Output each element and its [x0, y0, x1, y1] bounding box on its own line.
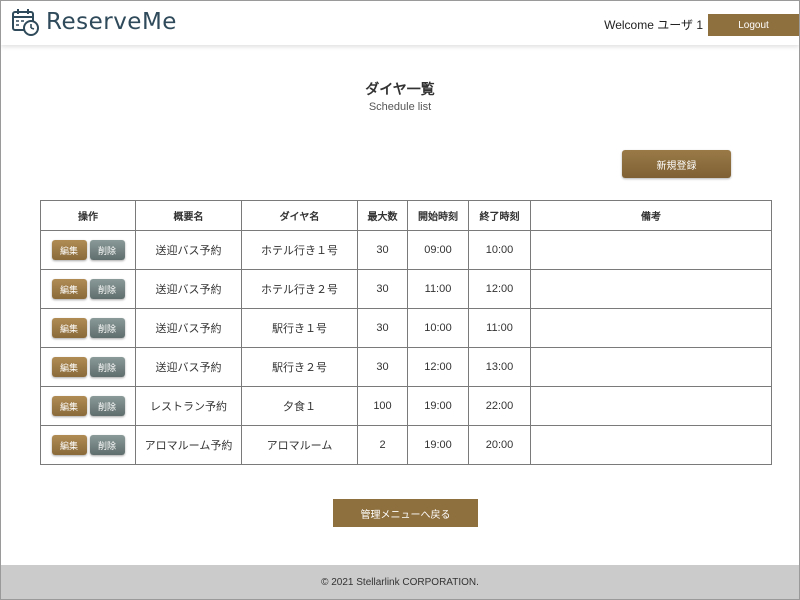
- start-cell: 09:00: [407, 230, 469, 270]
- end-cell: 22:00: [468, 386, 531, 426]
- calendar-clock-icon: [12, 9, 39, 36]
- back-to-admin-menu-button[interactable]: 管理メニューへ戻る: [333, 499, 478, 527]
- app-name: ReserveMe: [46, 9, 177, 35]
- delete-button[interactable]: 削除: [89, 396, 125, 416]
- page-subtitle: Schedule list: [368, 101, 432, 113]
- max-cell: 100: [357, 386, 408, 426]
- table-row: 編集 削除 レストラン予約 夕食１ 100 19:00 22:00: [40, 386, 772, 426]
- start-cell: 11:00: [407, 269, 469, 309]
- ops-cell: 編集 削除: [40, 230, 136, 270]
- end-cell: 11:00: [468, 308, 531, 348]
- edit-button[interactable]: 編集: [51, 357, 87, 377]
- note-cell: [530, 386, 772, 426]
- summary-cell: 送迎バス予約: [135, 230, 242, 270]
- col-header-note: 備考: [530, 200, 772, 231]
- start-cell: 12:00: [407, 347, 469, 387]
- edit-button[interactable]: 編集: [51, 240, 87, 260]
- note-cell: [530, 308, 772, 348]
- ops-cell: 編集 削除: [40, 425, 136, 465]
- name-cell: アロマルーム: [241, 425, 358, 465]
- schedule-table: 操作 概要名 ダイヤ名 最大数 開始時刻 終了時刻 備考 編集 削除 送迎バス予…: [40, 200, 772, 465]
- end-cell: 13:00: [468, 347, 531, 387]
- edit-button[interactable]: 編集: [51, 279, 87, 299]
- note-cell: [530, 347, 772, 387]
- name-cell: ホテル行き２号: [241, 269, 358, 309]
- delete-button[interactable]: 削除: [89, 318, 125, 338]
- new-register-button[interactable]: 新規登録: [622, 150, 731, 178]
- max-cell: 2: [357, 425, 408, 465]
- name-cell: ホテル行き１号: [241, 230, 358, 270]
- start-cell: 10:00: [407, 308, 469, 348]
- delete-button[interactable]: 削除: [89, 279, 125, 299]
- logo[interactable]: ReserveMe: [11, 7, 177, 37]
- col-header-ops: 操作: [40, 200, 136, 231]
- max-cell: 30: [357, 347, 408, 387]
- delete-button[interactable]: 削除: [89, 435, 125, 455]
- name-cell: 夕食１: [241, 386, 358, 426]
- table-row: 編集 削除 送迎バス予約 駅行き２号 30 12:00 13:00: [40, 347, 772, 387]
- col-header-end: 終了時刻: [468, 200, 531, 231]
- col-header-name: ダイヤ名: [241, 200, 358, 231]
- max-cell: 30: [357, 308, 408, 348]
- end-cell: 12:00: [468, 269, 531, 309]
- copyright-text: © 2021 Stellarlink CORPORATION.: [321, 576, 479, 588]
- start-cell: 19:00: [407, 386, 469, 426]
- end-cell: 20:00: [468, 425, 531, 465]
- max-cell: 30: [357, 269, 408, 309]
- summary-cell: 送迎バス予約: [135, 347, 242, 387]
- ops-cell: 編集 削除: [40, 269, 136, 309]
- page-title: ダイヤ一覧: [365, 82, 435, 98]
- header: ReserveMe Welcome ユーザ 1 Logout: [1, 1, 799, 45]
- footer: © 2021 Stellarlink CORPORATION.: [1, 565, 799, 599]
- note-cell: [530, 269, 772, 309]
- start-cell: 19:00: [407, 425, 469, 465]
- max-cell: 30: [357, 230, 408, 270]
- welcome-text: Welcome ユーザ 1: [604, 18, 703, 32]
- note-cell: [530, 425, 772, 465]
- name-cell: 駅行き２号: [241, 347, 358, 387]
- delete-button[interactable]: 削除: [89, 357, 125, 377]
- name-cell: 駅行き１号: [241, 308, 358, 348]
- col-header-start: 開始時刻: [407, 200, 469, 231]
- table-header-row: 操作 概要名 ダイヤ名 最大数 開始時刻 終了時刻 備考: [40, 200, 772, 231]
- table-row: 編集 削除 送迎バス予約 ホテル行き２号 30 11:00 12:00: [40, 269, 772, 309]
- table-row: 編集 削除 アロマルーム予約 アロマルーム 2 19:00 20:00: [40, 425, 772, 465]
- col-header-summary: 概要名: [135, 200, 242, 231]
- delete-button[interactable]: 削除: [89, 240, 125, 260]
- summary-cell: レストラン予約: [135, 386, 242, 426]
- summary-cell: 送迎バス予約: [135, 308, 242, 348]
- edit-button[interactable]: 編集: [51, 435, 87, 455]
- edit-button[interactable]: 編集: [51, 318, 87, 338]
- page: ReserveMe Welcome ユーザ 1 Logout ダイヤ一覧 Sch…: [0, 0, 800, 600]
- end-cell: 10:00: [468, 230, 531, 270]
- table-row: 編集 削除 送迎バス予約 駅行き１号 30 10:00 11:00: [40, 308, 772, 348]
- summary-cell: 送迎バス予約: [135, 269, 242, 309]
- note-cell: [530, 230, 772, 270]
- table-row: 編集 削除 送迎バス予約 ホテル行き１号 30 09:00 10:00: [40, 230, 772, 270]
- ops-cell: 編集 削除: [40, 386, 136, 426]
- logout-button[interactable]: Logout: [708, 14, 799, 36]
- edit-button[interactable]: 編集: [51, 396, 87, 416]
- ops-cell: 編集 削除: [40, 347, 136, 387]
- summary-cell: アロマルーム予約: [135, 425, 242, 465]
- ops-cell: 編集 削除: [40, 308, 136, 348]
- col-header-max: 最大数: [357, 200, 408, 231]
